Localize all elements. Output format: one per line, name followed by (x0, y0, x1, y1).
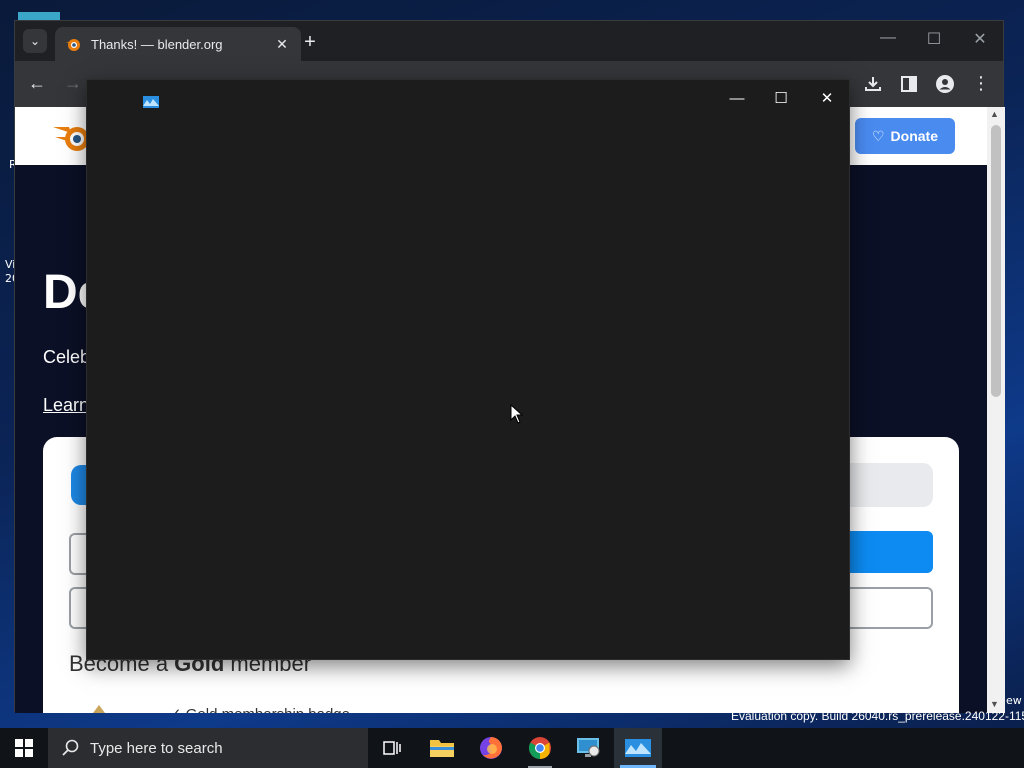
tab-strip: ⌄ Thanks! — blender.org ✕ + — ☐ ✕ (15, 21, 1003, 61)
tab-search-button[interactable]: ⌄ (23, 29, 47, 53)
chrome-icon (529, 737, 551, 759)
browser-tab[interactable]: Thanks! — blender.org ✕ (55, 27, 301, 61)
mouse-cursor-icon (510, 404, 524, 424)
gold-benefit-item: ✓ Gold membership badge (169, 705, 350, 713)
photos-icon (625, 739, 651, 757)
firefox-icon (480, 737, 502, 759)
desktop-window-edge (18, 12, 60, 20)
firefox-button[interactable] (467, 728, 515, 768)
chevron-down-icon: ⌄ (29, 34, 41, 48)
tab-title: Thanks! — blender.org (91, 36, 223, 52)
maximize-button[interactable]: ☐ (919, 29, 949, 49)
side-panel-icon[interactable] (899, 74, 919, 94)
tab-close-icon[interactable]: ✕ (273, 36, 291, 53)
windows-logo-icon (15, 739, 33, 757)
desktop-label: ew (1006, 694, 1022, 707)
app-close-button[interactable]: ✕ (805, 84, 849, 112)
scroll-up-icon[interactable]: ▲ (990, 109, 999, 119)
amount-option-selected[interactable] (843, 531, 933, 573)
browser-menu-button[interactable]: ⋮ (969, 73, 993, 94)
search-placeholder: Type here to search (90, 739, 223, 757)
profile-icon[interactable] (935, 74, 955, 94)
hero-subtitle: Celeb (43, 347, 91, 367)
blender-favicon-icon (66, 39, 80, 51)
monitor-icon (577, 738, 600, 757)
task-view-button[interactable] (368, 728, 416, 768)
page-scrollbar[interactable]: ▲ ▼ (987, 107, 1005, 713)
learn-more-link[interactable]: Learn (43, 395, 89, 416)
app-maximize-button[interactable]: ☐ (759, 84, 803, 112)
heart-icon: ♡ (871, 127, 885, 144)
evaluation-watermark: Evaluation copy. Build 26040.rs_prerelea… (731, 709, 1024, 723)
start-button[interactable] (0, 728, 48, 768)
donate-label: Donate (890, 128, 938, 144)
app-window[interactable]: — ☐ ✕ (86, 79, 850, 660)
image-app-button[interactable] (614, 728, 662, 768)
task-view-icon (383, 741, 401, 755)
donate-button[interactable]: ♡ Donate (855, 118, 955, 154)
amount-option[interactable] (843, 587, 933, 629)
back-button[interactable]: ← (25, 73, 49, 94)
scrollbar-thumb[interactable] (991, 125, 1001, 397)
taskbar: Type here to search (0, 728, 1024, 768)
folder-icon (430, 740, 454, 757)
new-tab-button[interactable]: + (299, 31, 321, 54)
scroll-down-icon[interactable]: ▼ (990, 699, 999, 709)
app-minimize-button[interactable]: — (715, 84, 759, 112)
file-explorer-button[interactable] (418, 728, 466, 768)
minimize-button[interactable]: — (873, 29, 903, 47)
taskbar-search[interactable]: Type here to search (48, 728, 368, 768)
close-button[interactable]: ✕ (965, 29, 995, 49)
remote-app-button[interactable] (565, 728, 613, 768)
app-window-icon (143, 96, 159, 108)
blender-logo-icon[interactable] (51, 119, 91, 153)
forward-button[interactable]: → (61, 73, 85, 94)
gold-badge-icon (93, 705, 105, 713)
search-icon (62, 739, 79, 756)
chrome-button[interactable] (516, 728, 564, 768)
download-icon[interactable] (863, 74, 883, 94)
